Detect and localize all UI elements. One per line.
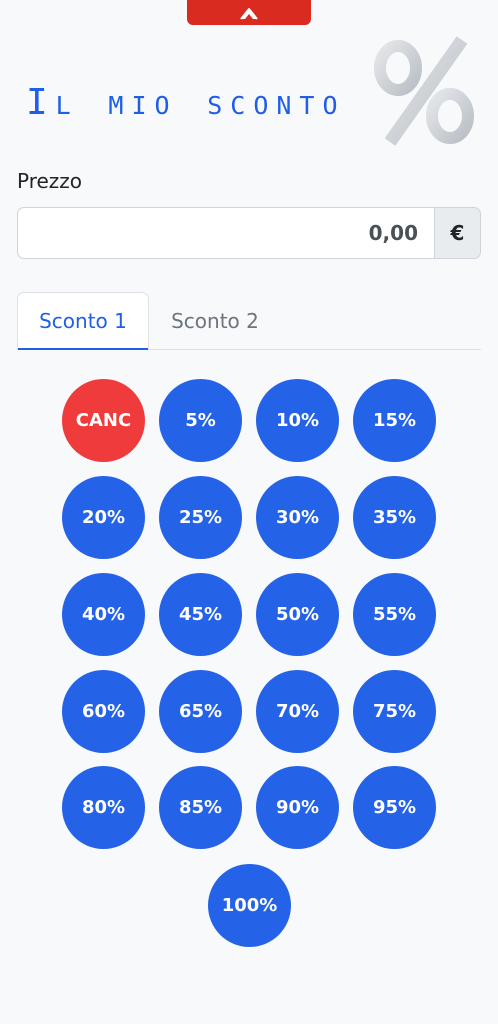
discount-button[interactable]: 25% (159, 476, 242, 559)
percent-logo-icon (374, 36, 474, 146)
discount-button[interactable]: 70% (256, 670, 339, 753)
discount-button[interactable]: 45% (159, 573, 242, 656)
discount-button[interactable]: 50% (256, 573, 339, 656)
discount-button[interactable]: 90% (256, 766, 339, 849)
discount-button[interactable]: 35% (353, 476, 436, 559)
price-label: Prezzo (17, 169, 83, 193)
app-screen: Il mio sconto Prezzo € Sconto 1 Sconto 2… (0, 0, 498, 1024)
currency-addon: € (434, 207, 481, 259)
tab-sconto-2[interactable]: Sconto 2 (149, 292, 281, 350)
discount-button[interactable]: 85% (159, 766, 242, 849)
discount-button[interactable]: 20% (62, 476, 145, 559)
tab-sconto-1[interactable]: Sconto 1 (17, 292, 149, 350)
discount-button[interactable]: 65% (159, 670, 242, 753)
discount-button[interactable]: 10% (256, 379, 339, 462)
price-input-group: € (17, 207, 481, 259)
discount-button[interactable]: 95% (353, 766, 436, 849)
pull-down-tab[interactable] (187, 0, 311, 25)
discount-button[interactable]: 100% (208, 864, 291, 947)
app-header: Il mio sconto (0, 28, 498, 148)
discount-button[interactable]: 30% (256, 476, 339, 559)
app-title: Il mio sconto (26, 82, 346, 123)
discount-button[interactable]: 55% (353, 573, 436, 656)
price-input[interactable] (17, 207, 434, 259)
discount-button[interactable]: 15% (353, 379, 436, 462)
discount-button[interactable]: 75% (353, 670, 436, 753)
discount-button[interactable]: 80% (62, 766, 145, 849)
chevron-up-icon (240, 7, 258, 20)
discount-button-grid: CANC 5% 10% 15% 20% 25% 30% 35% 40% 45% 50% 55% 60%… (0, 0, 498, 1024)
discount-tabs: Sconto 1 Sconto 2 (17, 292, 481, 350)
discount-button[interactable]: 5% (159, 379, 242, 462)
discount-button[interactable]: 60% (62, 670, 145, 753)
discount-button[interactable]: 40% (62, 573, 145, 656)
cancel-button[interactable]: CANC (62, 379, 145, 462)
